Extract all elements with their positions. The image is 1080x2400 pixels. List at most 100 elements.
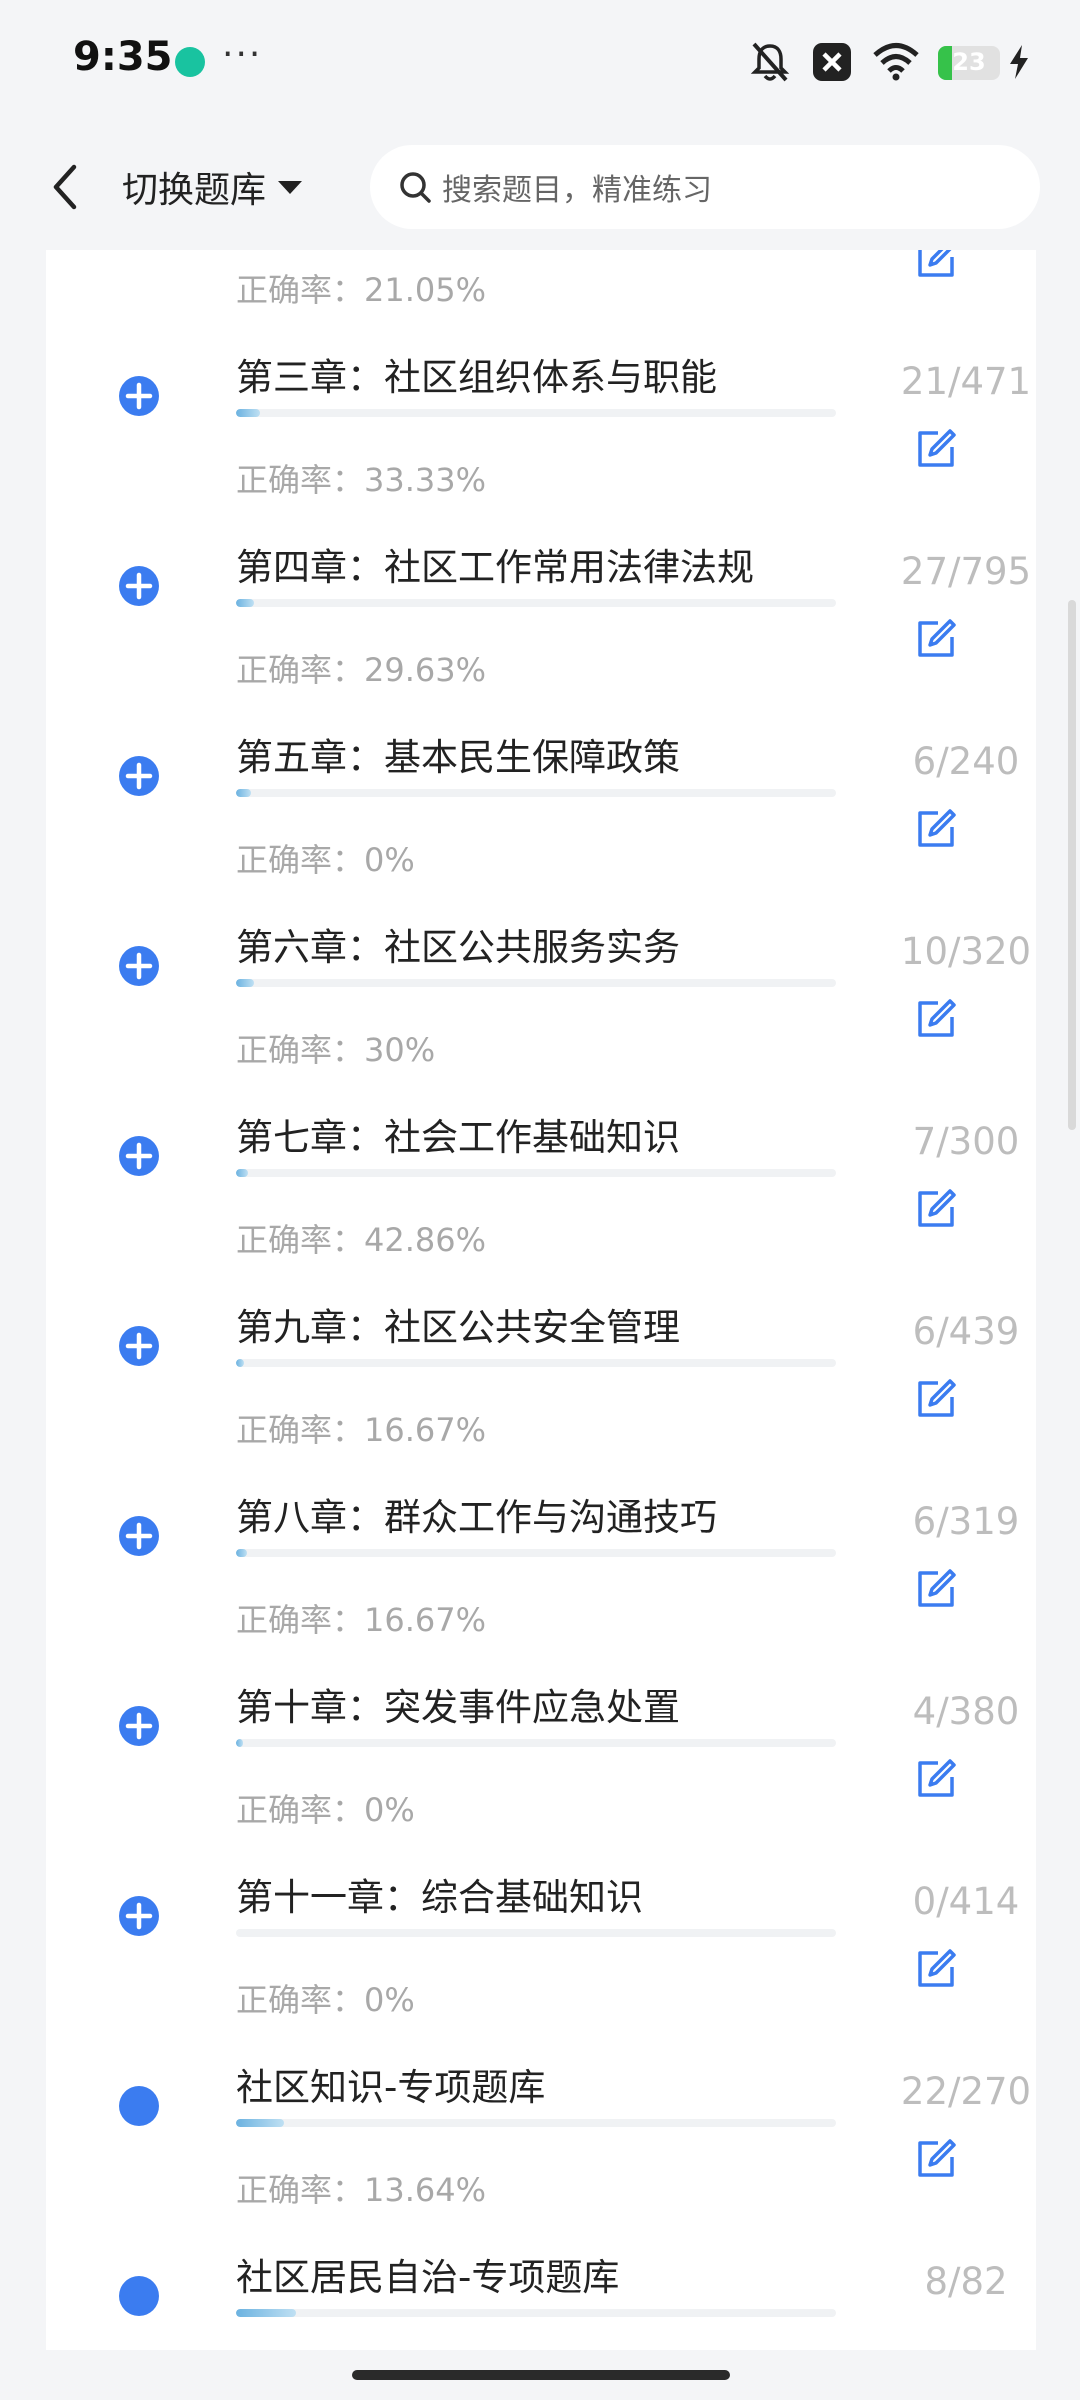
question-count: 8/82 — [924, 2260, 1008, 2303]
question-count: 21/471 — [900, 360, 1032, 403]
header: 切换题库 搜索题目，精准练习 — [0, 125, 1080, 250]
home-indicator[interactable] — [352, 2370, 730, 2380]
progress-fill — [236, 599, 254, 607]
chapter-row[interactable]: 第九章：社区公共安全管理正确率：16.67% 6/439 — [46, 1297, 1036, 1487]
question-count: 6/240 — [912, 740, 1020, 783]
progress-fill — [236, 789, 251, 797]
add-circle-icon[interactable] — [118, 1325, 160, 1367]
progress-fill — [236, 2119, 284, 2127]
edit-icon[interactable] — [914, 1567, 958, 1611]
progress-fill — [236, 1549, 248, 1557]
caret-down-icon — [278, 181, 303, 194]
progress-bar — [236, 1549, 836, 1557]
status-time: 9:35 — [73, 34, 173, 80]
switch-question-bank-label: 切换题库 — [122, 170, 267, 211]
scrollbar[interactable] — [1068, 600, 1076, 1130]
back-button[interactable] — [40, 155, 90, 219]
edit-icon[interactable] — [914, 250, 958, 281]
search-input[interactable]: 搜索题目，精准练习 — [370, 145, 1040, 229]
chapter-row[interactable]: 第三章：社区组织体系与职能 正确率：33.33% 21/471 — [46, 347, 1036, 537]
status-bar: 9:35 ··· 23 — [0, 0, 1080, 125]
progress-fill — [236, 979, 254, 987]
edit-icon[interactable] — [914, 997, 958, 1041]
progress-bar — [236, 2309, 836, 2317]
question-count: 22/270 — [900, 2070, 1032, 2113]
add-circle-icon[interactable] — [118, 1895, 160, 1937]
battery-icon: 23 — [938, 40, 1000, 84]
progress-fill — [236, 1359, 245, 1367]
add-circle-icon[interactable] — [118, 565, 160, 607]
edit-icon[interactable] — [914, 807, 958, 851]
accuracy-text: 正确率：21.05% — [236, 271, 487, 309]
add-circle-icon[interactable] — [118, 1135, 160, 1177]
progress-fill — [236, 2309, 296, 2317]
chapter-title: 第五章：基本民生保障政策 — [236, 736, 680, 779]
chapter-title: 第八章：群众工作与沟通技巧 — [236, 1496, 717, 1539]
accuracy-text: 正确率：29.63% — [236, 651, 487, 689]
chapter-row[interactable]: 第五章：基本民生保障政策正确率：0% 6/240 — [46, 727, 1036, 917]
accuracy-text: 正确率：16.67% — [236, 1411, 487, 1449]
edit-icon[interactable] — [914, 1377, 958, 1421]
chapter-title: 社区居民自治-专项题库 — [236, 2256, 620, 2299]
switch-question-bank-button[interactable]: 切换题库 — [122, 157, 304, 217]
accuracy-text: 正确率：33.33% — [236, 461, 487, 499]
expand-dot-button[interactable] — [118, 2275, 160, 2317]
progress-bar — [236, 409, 836, 417]
chapter-title: 第十章：突发事件应急处置 — [236, 1686, 680, 1729]
chapter-row[interactable]: 第七章：社会工作基础知识正确率：42.86% 7/300 — [46, 1107, 1036, 1297]
accuracy-text: 正确率：16.67% — [236, 1601, 487, 1639]
accuracy-text: 正确率：0% — [236, 1981, 415, 2019]
chapter-row[interactable]: 第六章：社区公共服务实务正确率：30% 10/320 — [46, 917, 1036, 1107]
question-count: 27/795 — [900, 550, 1032, 593]
question-count: 10/320 — [900, 930, 1032, 973]
progress-bar — [236, 1739, 836, 1747]
accuracy-text: 正确率：0% — [236, 1791, 415, 1829]
charging-icon — [1010, 45, 1028, 79]
edit-icon[interactable] — [914, 1757, 958, 1801]
question-count: 0/414 — [912, 1880, 1020, 1923]
chapter-row[interactable]: 社区居民自治-专项题库 8/82 — [46, 2247, 1036, 2350]
progress-fill — [236, 1739, 243, 1747]
edit-icon[interactable] — [914, 2137, 958, 2181]
chapter-list: 正确率：21.05% 第三章：社区组织体系与职能 正确率：33.33% 21/471 第… — [46, 250, 1036, 2350]
search-icon — [400, 172, 431, 203]
progress-bar — [236, 1929, 836, 1937]
chapter-title: 第七章：社会工作基础知识 — [236, 1116, 680, 1159]
add-circle-icon[interactable] — [118, 1705, 160, 1747]
accuracy-text: 正确率：13.64% — [236, 2171, 487, 2209]
question-count: 7/300 — [912, 1120, 1020, 1163]
add-circle-icon[interactable] — [118, 375, 160, 417]
add-circle-icon[interactable] — [118, 1515, 160, 1557]
accuracy-text: 正确率：42.86% — [236, 1221, 487, 1259]
chapter-row[interactable]: 第十章：突发事件应急处置 正确率：0% 4/380 — [46, 1677, 1036, 1867]
question-count: 6/439 — [912, 1310, 1020, 1353]
chapter-row[interactable]: 第八章：群众工作与沟通技巧正确率：16.67% 6/319 — [46, 1487, 1036, 1677]
progress-bar — [236, 2119, 836, 2127]
edit-icon[interactable] — [914, 427, 958, 471]
chapter-row[interactable]: 第十一章：综合基础知识正确率：0% 0/414 — [46, 1867, 1036, 2057]
battery-level: 23 — [952, 48, 986, 76]
progress-bar — [236, 979, 836, 987]
status-icons: 23 — [750, 40, 1040, 84]
search-placeholder: 搜索题目，精准练习 — [442, 173, 712, 208]
chapter-row[interactable]: 正确率：21.05% — [46, 250, 1036, 347]
app-notification-icon — [175, 47, 205, 77]
chapter-title: 第十一章：综合基础知识 — [236, 1876, 643, 1919]
chapter-title: 第九章：社区公共安全管理 — [236, 1306, 680, 1349]
question-count: 6/319 — [912, 1500, 1020, 1543]
chapter-title: 第四章：社区工作常用法律法规 — [236, 546, 754, 589]
wifi-icon — [873, 43, 919, 81]
edit-icon[interactable] — [914, 1947, 958, 1991]
edit-icon[interactable] — [914, 617, 958, 661]
chapter-title: 第六章：社区公共服务实务 — [236, 926, 680, 969]
add-circle-icon[interactable] — [118, 945, 160, 987]
edit-icon[interactable] — [914, 1187, 958, 1231]
accuracy-text: 正确率：0% — [236, 841, 415, 879]
accuracy-text: 正确率：30% — [236, 1031, 436, 1069]
expand-dot-button[interactable] — [118, 2085, 160, 2127]
mute-bell-icon — [750, 42, 790, 82]
chapter-row[interactable]: 社区知识-专项题库 正确率：13.64% 22/270 — [46, 2057, 1036, 2247]
chapter-row[interactable]: 第四章：社区工作常用法律法规正确率：29.63% 27/795 — [46, 537, 1036, 727]
progress-fill — [236, 409, 260, 417]
add-circle-icon[interactable] — [118, 755, 160, 797]
